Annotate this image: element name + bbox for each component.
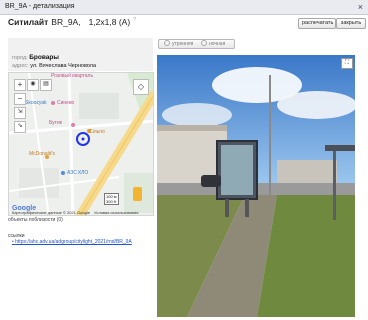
print-button[interactable]: распечатать — [298, 18, 336, 29]
map-terms-link[interactable]: Условия использования — [94, 210, 138, 215]
radio-icon — [164, 40, 170, 46]
eye-icon[interactable]: ◉ — [27, 79, 39, 91]
layers-icon[interactable]: ▤ — [40, 79, 52, 91]
scale-feet: 300 ft — [106, 199, 117, 204]
window-titlebar: BR_9A - детализация × — [0, 0, 368, 15]
help-icon[interactable]: ? — [133, 17, 136, 23]
map-label-silpo: Сільпо — [89, 129, 105, 135]
info-panel: город: Бровары адрес: ул. Вячеслава Черн… — [8, 38, 153, 71]
city-row: город: Бровары — [12, 54, 59, 61]
photo-canvas — [157, 55, 355, 317]
board-type: Ситилайт — [8, 17, 49, 27]
board-side: (A) — [118, 17, 131, 27]
board-code: BR_9A, — [51, 17, 81, 27]
map-label-mcd: McDonald's — [29, 151, 55, 157]
map-copyright: Картографические данные © 2021 Google Ус… — [12, 210, 138, 215]
radio-icon — [201, 40, 207, 46]
fullscreen-icon[interactable]: ⇘ — [14, 121, 26, 133]
map-label-skoozy: Skoozyak — [25, 100, 47, 106]
close-button[interactable]: закрыть — [336, 18, 366, 29]
location-map[interactable]: Розовый кварталь Skoozyak Синево Бутик С… — [8, 72, 154, 216]
toggle-day-label: утренняя — [172, 41, 194, 47]
city-value: Бровары — [29, 54, 59, 61]
address-value: ул. Вячеслава Черновола — [30, 63, 97, 69]
expand-icon[interactable]: ⛶ — [341, 58, 353, 69]
zoom-in-button[interactable]: + — [14, 79, 26, 91]
close-icon[interactable]: × — [358, 1, 363, 13]
toggle-night[interactable]: ночная — [196, 39, 235, 49]
map-label-azs: АЗС КЛО — [67, 170, 89, 176]
nearby-objects[interactable]: объекты поблизости (0) — [8, 217, 63, 223]
map-label-butik: Бутик — [49, 120, 62, 126]
address-row: адрес: ул. Вячеслава Черновола — [12, 63, 96, 69]
address-label: адрес: — [12, 63, 29, 69]
map-label-shop: Розовый кварталь — [51, 73, 94, 79]
toggle-day[interactable]: утренняя — [158, 39, 198, 49]
pan-icon[interactable]: ⇲ — [14, 107, 26, 119]
photo-link-url[interactable]: https://ahc.adv.ua/adgroup/citylight_202… — [15, 239, 132, 245]
map-type-icon[interactable]: ◇ — [133, 79, 149, 95]
zoom-out-button[interactable]: − — [14, 93, 26, 105]
photo-link[interactable]: • https://ahc.adv.ua/adgroup/citylight_2… — [12, 239, 132, 245]
toggle-night-label: ночная — [209, 41, 226, 47]
board-size: 1,2x1,8 — [88, 17, 117, 27]
billboard-photo — [157, 55, 355, 317]
map-copyright-text: Картографические данные © 2021 Google — [12, 210, 90, 215]
window-title: BR_9A - детализация — [5, 3, 75, 10]
page-title: Ситилайт BR_9A, 1,2x1,8 (A)? — [8, 17, 136, 27]
city-label: город: — [12, 55, 28, 61]
map-label-synevo: Синево — [57, 100, 75, 106]
map-scale: 100 м 300 ft — [104, 193, 119, 205]
